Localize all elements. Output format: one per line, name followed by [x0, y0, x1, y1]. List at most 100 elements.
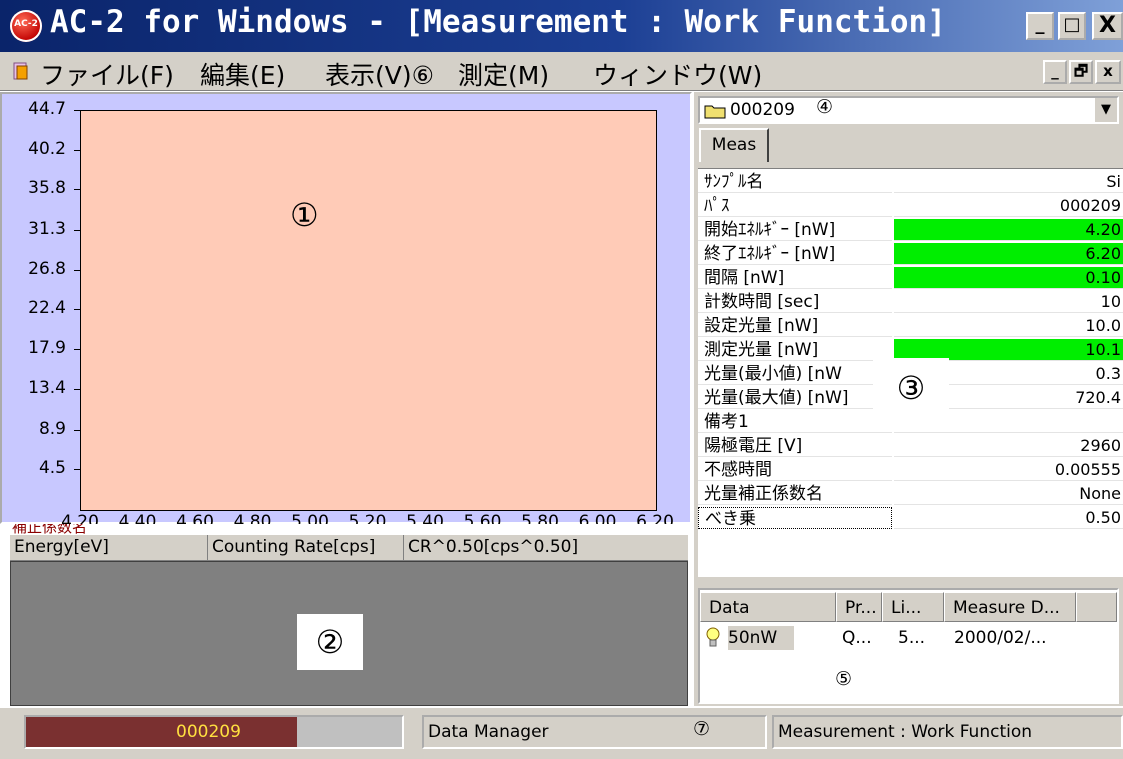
property-row[interactable]: 終了ｴﾈﾙｷﾞｰ [nW] 6.20 — [698, 243, 1123, 265]
folder-combo[interactable]: 000209 ④ — [698, 96, 1119, 124]
property-value[interactable]: 10 — [894, 291, 1123, 313]
menu-file[interactable]: ファイル(F) — [40, 56, 174, 92]
property-row[interactable]: 光量補正係数名 None — [698, 483, 1123, 505]
grid-partial-row: 補正係数名 — [8, 524, 688, 534]
property-name: 光量補正係数名 — [698, 483, 892, 505]
progress-fill — [26, 717, 297, 747]
property-name: 終了ｴﾈﾙｷﾞｰ [nW] — [698, 243, 892, 265]
document-icon[interactable] — [12, 61, 30, 81]
y-tick-label: 4.5 — [38, 457, 66, 478]
property-name: 不感時間 — [698, 459, 892, 481]
status-progress-panel: 000209 — [24, 715, 404, 749]
annotation-3: ③ — [873, 358, 949, 418]
folder-name: 000209 — [730, 100, 795, 120]
plot-area[interactable] — [80, 110, 657, 511]
property-value[interactable]: 0.00555 — [894, 459, 1123, 481]
property-row[interactable]: 設定光量 [nW] 10.0 — [698, 315, 1123, 337]
property-value[interactable]: None — [894, 483, 1123, 505]
property-name: ﾊﾟｽ — [698, 195, 892, 217]
y-tick-label: 13.4 — [28, 378, 66, 399]
property-name: 開始ｴﾈﾙｷﾞｰ [nW] — [698, 219, 892, 241]
grid-col-energy[interactable]: Energy[eV] — [10, 535, 208, 560]
y-tick-label: 26.8 — [28, 258, 66, 279]
menu-edit[interactable]: 編集(E) — [200, 56, 285, 92]
property-value[interactable]: 10.0 — [894, 315, 1123, 337]
property-row[interactable]: べき乗 0.50 — [698, 507, 1123, 529]
y-tick-mark — [74, 150, 80, 151]
list-col-li[interactable]: Li... — [882, 592, 944, 622]
y-tick-mark — [74, 189, 80, 190]
close-button[interactable]: X — [1092, 12, 1123, 40]
y-tick-label: 22.4 — [28, 298, 66, 319]
list-item-li: 5... — [898, 628, 926, 648]
annotation-4: ④ — [816, 96, 834, 118]
property-name: 間隔 [nW] — [698, 267, 892, 289]
annotation-7: ⑦ — [693, 718, 711, 740]
status-data-manager: Data Manager — [422, 715, 767, 749]
mdi-restore-button[interactable]: 🗗 — [1069, 60, 1093, 84]
grid-partial-text: 補正係数名 — [12, 524, 88, 534]
y-tick-mark — [74, 309, 80, 310]
y-tick-label: 44.7 — [28, 99, 66, 119]
property-row[interactable]: 開始ｴﾈﾙｷﾞｰ [nW] 4.20 — [698, 219, 1123, 241]
property-value[interactable]: 0.50 — [894, 507, 1123, 529]
minimize-button[interactable]: _ — [1026, 12, 1054, 40]
chevron-down-icon[interactable]: ▼ — [1095, 98, 1117, 122]
property-name: 測定光量 [nW] — [698, 339, 892, 361]
lightbulb-icon — [706, 627, 720, 647]
folder-icon — [704, 105, 726, 119]
y-tick-label: 40.2 — [28, 139, 66, 160]
property-row[interactable]: ﾊﾟｽ 000209 — [698, 195, 1123, 217]
property-name: 設定光量 [nW] — [698, 315, 892, 337]
property-row[interactable]: ｻﾝﾌﾟﾙ名 Si — [698, 171, 1123, 193]
property-value[interactable]: 6.20 — [894, 243, 1123, 265]
y-tick-mark — [74, 430, 80, 431]
y-tick-label: 31.3 — [28, 218, 66, 239]
property-value[interactable]: 4.20 — [894, 219, 1123, 241]
property-name: 光量(最大値) [nW] — [698, 387, 892, 409]
grid-col-cr[interactable]: CR^0.50[cps^0.50] — [404, 535, 688, 560]
y-tick-mark — [74, 110, 80, 111]
y-tick-mark — [74, 469, 80, 470]
list-col-data[interactable]: Data — [700, 592, 836, 622]
menu-view[interactable]: 表示(V)⑥ — [325, 56, 434, 92]
y-tick-mark — [74, 389, 80, 390]
app-logo-icon: AC-2 — [10, 10, 42, 42]
list-col-empty — [1076, 592, 1117, 622]
list-item-name: 50nW — [728, 626, 794, 650]
property-name: ｻﾝﾌﾟﾙ名 — [698, 171, 892, 193]
status-measurement: Measurement : Work Function — [772, 715, 1123, 749]
grid-col-counting-rate[interactable]: Counting Rate[cps] — [208, 535, 404, 560]
property-name: 陽極電圧 [V] — [698, 435, 892, 457]
list-col-measure-date[interactable]: Measure D... — [944, 592, 1076, 622]
y-tick-mark — [74, 270, 80, 271]
y-tick-label: 8.9 — [38, 418, 66, 439]
annotation-2: ② — [297, 614, 363, 670]
property-name: 光量(最小値) [nW — [698, 363, 892, 385]
list-item[interactable]: 50nW — [704, 624, 796, 652]
property-row[interactable]: 計数時間 [sec] 10 — [698, 291, 1123, 313]
property-name: 計数時間 [sec] — [698, 291, 892, 313]
menu-window[interactable]: ウィンドウ(W) — [593, 56, 762, 92]
annotation-5: ⑤ — [835, 668, 853, 690]
mdi-minimize-button[interactable]: _ — [1043, 60, 1067, 84]
property-row[interactable]: 不感時間 0.00555 — [698, 459, 1123, 481]
property-name: 備考1 — [698, 411, 892, 433]
property-row[interactable]: 間隔 [nW] 0.10 — [698, 267, 1123, 289]
menu-measure[interactable]: 測定(M) — [458, 56, 549, 92]
mdi-close-button[interactable]: x — [1095, 60, 1121, 84]
y-tick-mark — [74, 230, 80, 231]
y-tick-mark — [74, 349, 80, 350]
maximize-button[interactable]: □ — [1058, 12, 1086, 40]
property-row[interactable]: 陽極電圧 [V] 2960 — [698, 435, 1123, 457]
property-value[interactable]: 0.10 — [894, 267, 1123, 289]
property-value[interactable]: 000209 — [894, 195, 1123, 217]
window-title: AC-2 for Windows - [Measurement : Work F… — [50, 4, 946, 40]
list-item-pr: Q... — [842, 628, 872, 648]
y-tick-label: 17.9 — [28, 338, 66, 359]
property-value[interactable]: Si — [894, 171, 1123, 193]
property-value[interactable]: 2960 — [894, 435, 1123, 457]
list-col-pr[interactable]: Pr... — [836, 592, 882, 622]
tab-meas[interactable]: Meas — [699, 128, 769, 162]
annotation-1: ① — [290, 196, 319, 234]
